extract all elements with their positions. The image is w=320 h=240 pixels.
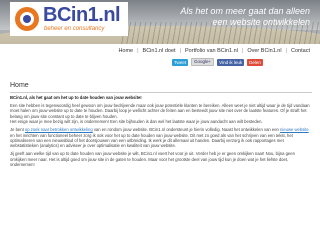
link-betrokken-ontwikkeling[interactable]: op zoek naar betrokken ontwikkeling [25,127,93,132]
facebook-like-button[interactable]: Vind ik leuk [217,58,245,66]
slogan-line-2: een website ontwikkelen [212,17,310,27]
paragraph-1b-text: Het enige waar je mee bezig wilt zijn, i… [10,119,263,125]
nav-item-over[interactable]: Over BCin1.nl [243,48,285,54]
nav-item-bcin1-doet[interactable]: BCin1.nl doet [139,48,180,54]
paragraph-2: Je bent op zoek naar betrokken ontwikkel… [10,127,312,149]
header-banner: BCin1.nl beheer en consultancy Als het o… [0,0,320,44]
header-slogan: Als het om meer gaat dan alleen een webs… [150,6,310,28]
logo[interactable]: BCin1.nl beheer en consultancy [10,2,128,36]
main-content: Home BCin1.nl, als het gaat om het up to… [10,82,312,170]
paragraph-3: Jij geeft aan welke tijd van up to date … [10,151,295,168]
page-title: Home [10,82,312,93]
logo-mark-icon [15,7,39,31]
paragraph-1-text: Een site hebben is tegenwoordig heel gew… [10,103,310,119]
nav-item-portfolio[interactable]: Portfolio van BCin1.nl [181,48,242,54]
paragraph-2-pre: Je bent [10,127,25,133]
paragraph-2-post: en het inrichten van functioneel beheer … [10,132,293,149]
social-buttons: Tweet Google+ Vind ik leuk Delen [172,58,263,66]
nav-item-home[interactable]: Home [114,48,137,54]
nav-item-contact[interactable]: Contact [287,48,314,54]
logo-name: BCin1.nl [43,4,121,26]
main-nav: Home | BCin1.nl doet | Portfolio van BCi… [0,44,314,58]
slogan-line-1: Als het om meer gaat dan alleen [180,6,310,16]
google-button[interactable]: Google+ [191,58,215,66]
logo-tagline: beheer en consultancy [44,26,105,32]
intro-text: BCin1.nl, als het gaat om het up to date… [10,95,142,100]
paragraph-1: Een site hebben is tegenwoordig heel gew… [10,103,312,125]
tweet-button[interactable]: Tweet [172,58,189,66]
link-nieuwe-website[interactable]: nieuwe website [280,127,309,132]
share-button[interactable]: Delen [247,58,263,66]
paragraph-2-mid: van en rondom jouw website. BCin1.nl ond… [92,127,281,133]
website: BCin1.nl beheer en consultancy Als het o… [0,0,320,240]
